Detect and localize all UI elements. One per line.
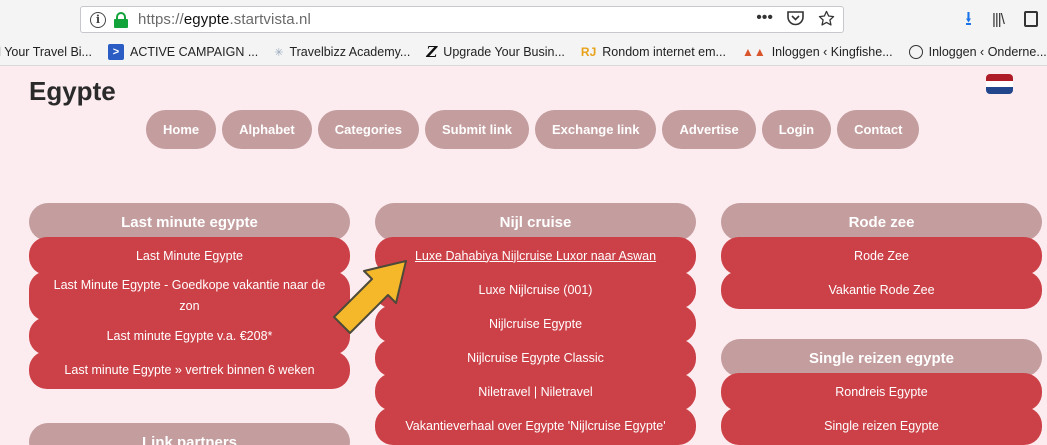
bookmark-active-campaign[interactable]: > ACTIVE CAMPAIGN ... xyxy=(107,44,258,60)
bookmark-rondom[interactable]: RJ Rondom internet em... xyxy=(581,45,726,59)
link-item[interactable]: Vakantieverhaal over Egypte 'Nijlcruise … xyxy=(375,407,696,445)
bookmark-travelbizz[interactable]: ✳ Travelbizz Academy... xyxy=(274,45,410,59)
category-header[interactable]: Single reizen egypte xyxy=(721,339,1042,377)
rj-icon: RJ xyxy=(580,45,597,59)
bookmarks-toolbar: d Your Travel Bi... > ACTIVE CAMPAIGN ...… xyxy=(0,40,1047,64)
category-rode-zee: Rode zee Rode Zee Vakantie Rode Zee xyxy=(721,203,1042,309)
nav-advertise[interactable]: Advertise xyxy=(662,110,756,149)
bookmark-onderneming[interactable]: Inloggen ‹ Onderne... xyxy=(908,45,1047,59)
category-header[interactable]: Rode zee xyxy=(721,203,1042,241)
download-icon[interactable]: ⭳ xyxy=(965,8,972,30)
browser-chrome: i https://egypte.startvista.nl ••• ⭳ |||… xyxy=(0,0,1047,66)
category-nijl-cruise: Nijl cruise Luxe Dahabiya Nijlcruise Lux… xyxy=(375,203,696,445)
star-icon[interactable] xyxy=(818,10,835,27)
pointer-arrow-icon xyxy=(333,260,407,334)
category-link-partners: Link partners xyxy=(29,423,350,445)
link-item[interactable]: Niletravel | Niletravel xyxy=(375,373,696,411)
z-icon: Z xyxy=(426,43,438,61)
category-header[interactable]: Link partners xyxy=(29,423,350,445)
globe-icon xyxy=(908,45,923,59)
lock-icon[interactable] xyxy=(114,11,128,28)
dutch-flag-icon[interactable] xyxy=(986,74,1013,94)
link-item[interactable]: Rondreis Egypte xyxy=(721,373,1042,411)
url-text[interactable]: https://egypte.startvista.nl xyxy=(138,11,311,28)
main-nav: Home Alphabet Categories Submit link Exc… xyxy=(146,110,920,149)
category-header[interactable]: Last minute egypte xyxy=(29,203,350,241)
site-title: Egypte xyxy=(29,76,116,106)
link-item[interactable]: Last minute Egypte v.a. €208* xyxy=(29,317,350,355)
pocket-icon[interactable] xyxy=(787,10,804,26)
link-item[interactable]: Last minute Egypte » vertrek binnen 6 we… xyxy=(29,351,350,389)
address-bar[interactable]: i https://egypte.startvista.nl ••• xyxy=(80,6,844,33)
library-icon[interactable]: |||\ xyxy=(992,11,1005,28)
page-content: Egypte Home Alphabet Categories Submit l… xyxy=(0,66,1047,445)
link-item[interactable]: Vakantie Rode Zee xyxy=(721,271,1042,309)
link-item[interactable]: Last Minute Egypte - Goedkope vakantie n… xyxy=(29,271,350,321)
nav-alphabet[interactable]: Alphabet xyxy=(222,110,312,149)
nav-exchange-link[interactable]: Exchange link xyxy=(535,110,657,149)
sidebar-icon[interactable] xyxy=(1023,11,1038,27)
bookmark-travel-bi[interactable]: d Your Travel Bi... xyxy=(0,45,92,59)
leaf-icon: ✳ xyxy=(274,46,284,59)
link-item-highlighted[interactable]: Luxe Dahabiya Nijlcruise Luxor naar Aswa… xyxy=(375,237,696,275)
nav-contact[interactable]: Contact xyxy=(837,110,920,149)
activecampaign-icon: > xyxy=(107,44,124,60)
page-actions-icon[interactable]: ••• xyxy=(756,9,773,27)
link-item[interactable]: Single reizen Egypte xyxy=(721,407,1042,445)
nav-submit-link[interactable]: Submit link xyxy=(424,110,530,149)
category-header[interactable]: Nijl cruise xyxy=(375,203,696,241)
nav-login[interactable]: Login xyxy=(761,110,832,149)
link-item[interactable]: Nijlcruise Egypte xyxy=(375,305,696,343)
category-single-reizen: Single reizen egypte Rondreis Egypte Sin… xyxy=(721,339,1042,445)
link-item[interactable]: Last Minute Egypte xyxy=(29,237,350,275)
bookmark-kingfisher[interactable]: ▲▲ Inloggen ‹ Kingfishe... xyxy=(742,45,893,59)
kingfisher-icon: ▲▲ xyxy=(741,45,766,59)
bookmark-upgrade[interactable]: Z Upgrade Your Busin... xyxy=(426,43,565,61)
info-icon[interactable]: i xyxy=(90,11,106,28)
link-item[interactable]: Nijlcruise Egypte Classic xyxy=(375,339,696,377)
link-item[interactable]: Luxe Nijlcruise (001) xyxy=(375,271,696,309)
nav-categories[interactable]: Categories xyxy=(317,110,419,149)
category-last-minute: Last minute egypte Last Minute Egypte La… xyxy=(29,203,350,389)
nav-home[interactable]: Home xyxy=(146,110,217,149)
link-item[interactable]: Rode Zee xyxy=(721,237,1042,275)
